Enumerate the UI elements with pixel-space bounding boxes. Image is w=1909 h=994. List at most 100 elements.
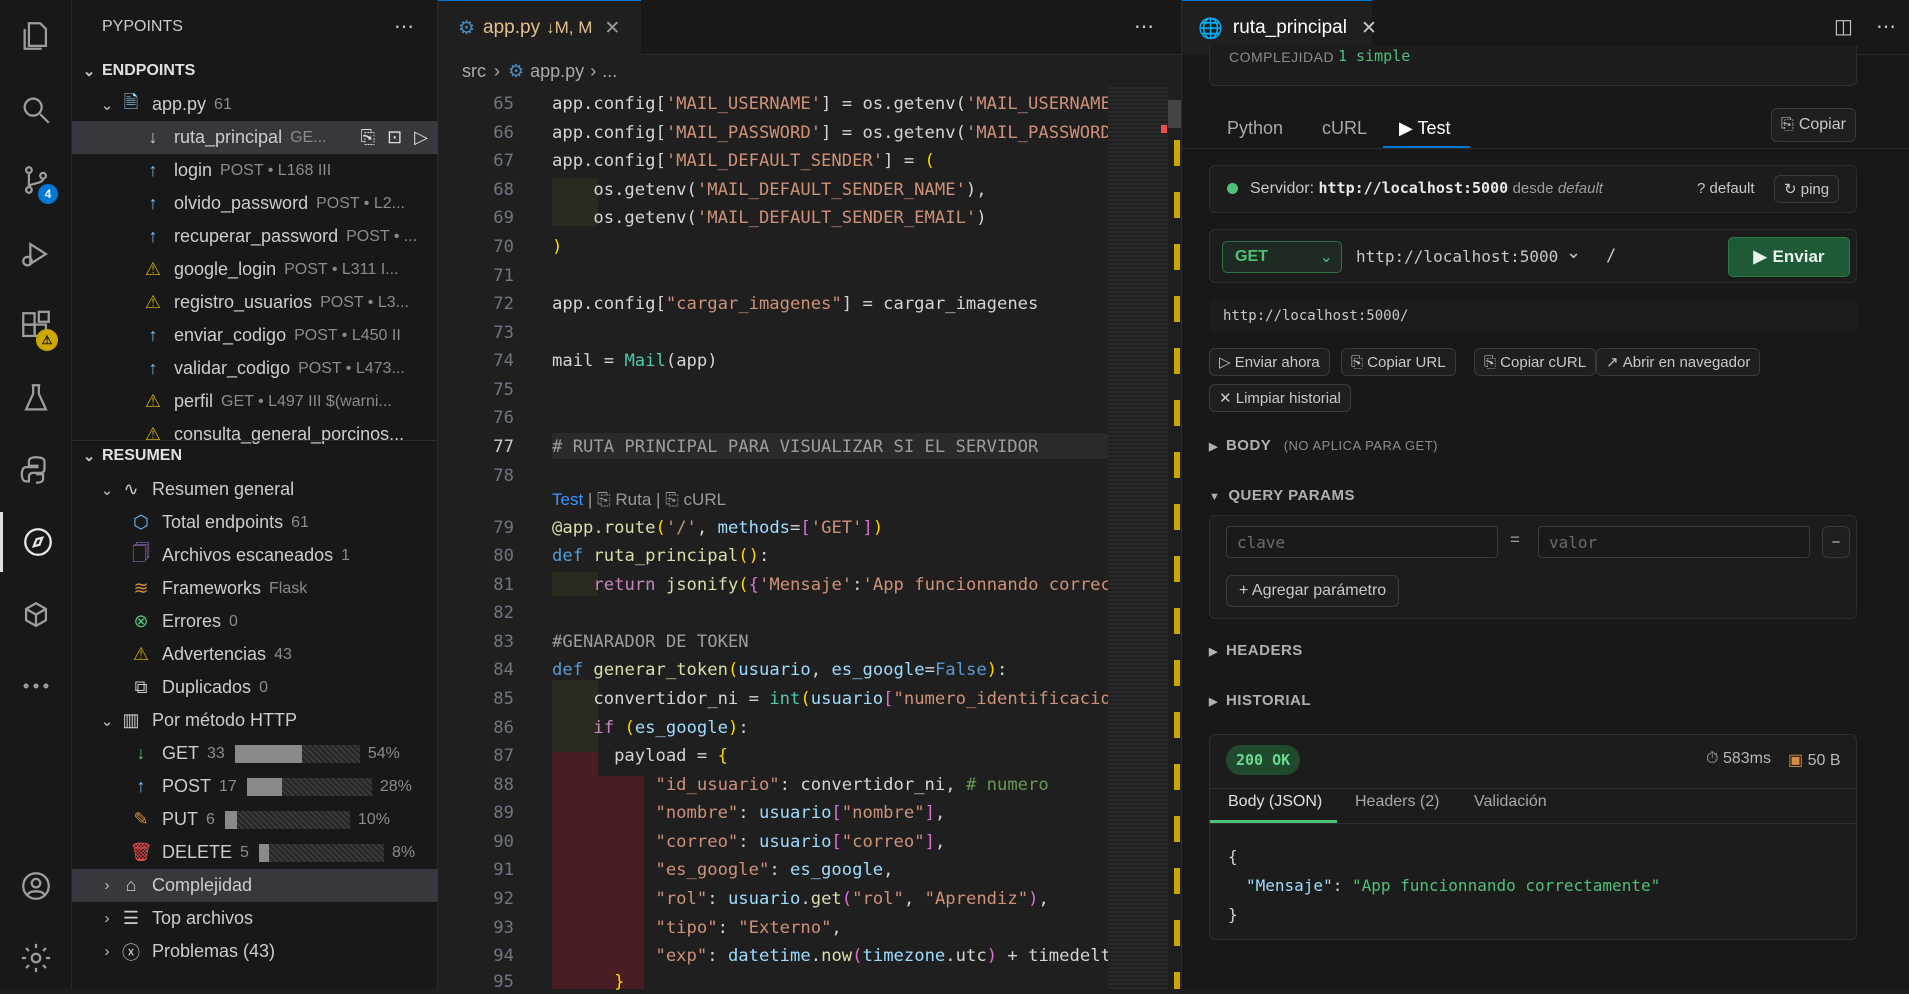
code-line[interactable]: 72 app.config["cargar_imagenes"] = cargar… [438, 292, 1108, 316]
base-url-select[interactable]: http://localhost:5000 [1356, 247, 1558, 266]
code-line[interactable]: 85 convertidor_ni = int(usuario["numero_… [438, 687, 1108, 711]
breadcrumb-symbol[interactable]: ... [602, 61, 617, 82]
tab-body-json[interactable]: Body (JSON) [1228, 793, 1322, 811]
abrir-navegador-button[interactable]: ↗ Abrir en navegador [1596, 348, 1761, 376]
tab-curl[interactable]: cURL [1322, 118, 1367, 139]
more-icon[interactable] [0, 656, 72, 716]
complejidad-node[interactable]: › ⌂ Complejidad [72, 869, 438, 902]
python-icon[interactable] [0, 440, 72, 500]
code-line[interactable]: 80 def ruta_principal(): [438, 544, 1108, 568]
code-line[interactable]: 70) [438, 235, 1108, 259]
account-icon[interactable] [0, 856, 72, 916]
code-line[interactable]: 68 os.getenv('MAIL_DEFAULT_SENDER_NAME')… [438, 178, 1108, 202]
endpoint-item[interactable]: ↑ recuperar_password POST • ... [72, 220, 438, 253]
more-actions-icon[interactable]: ⋯ [394, 14, 414, 39]
method-select[interactable]: GET ⌄ [1222, 241, 1342, 273]
query-params-section[interactable]: ▼ QUERY PARAMS [1209, 487, 1355, 504]
codelens-ruta[interactable]: Ruta [615, 490, 651, 509]
path-input[interactable]: / [1606, 246, 1616, 266]
breadcrumb-folder[interactable]: src [462, 61, 486, 82]
code-line[interactable]: 89 "nombre": usuario["nombre"], [438, 801, 1108, 825]
editor-more-icon[interactable]: ⋯ [1134, 14, 1154, 39]
copiar-curl-button[interactable]: ⎘ Copiar cURL [1474, 348, 1597, 376]
minimap[interactable] [1108, 87, 1168, 989]
endpoint-item[interactable]: ↓ ruta_principal GE... ⎘ ⊡ ▷ [72, 121, 438, 154]
code-line[interactable]: 90 "correo": usuario["correo"], [438, 830, 1108, 854]
code-line[interactable]: 65 app.config['MAIL_USERNAME'] = os.geten… [438, 92, 1108, 116]
code-line[interactable]: 88 "id_usuario": convertidor_ni, # numer… [438, 773, 1108, 797]
file-node-app-py[interactable]: ⌄ 🗎 app.py 61 [72, 88, 438, 121]
top-archivos-node[interactable]: › ☰ Top archivos [72, 902, 438, 935]
http-method-node[interactable]: ⌄ ▥ Por método HTTP [72, 704, 438, 737]
code-line[interactable]: 76 [438, 406, 1108, 430]
close-tab-icon[interactable]: ✕ [1361, 17, 1377, 40]
copy-icon[interactable]: ⎘ [361, 127, 375, 148]
search-icon[interactable] [0, 80, 72, 140]
code-line[interactable]: 71 [438, 264, 1108, 288]
endpoint-item[interactable]: ⚠ google_login POST • L311 I... [72, 253, 438, 286]
code-line[interactable]: 81 return jsonify({'Mensaje':'App funcio… [438, 573, 1108, 597]
codelens-test[interactable]: Test [552, 490, 583, 509]
editor-scrollbar[interactable] [1168, 100, 1181, 128]
endpoint-item[interactable]: ⚠ registro_usuarios POST • L3... [72, 286, 438, 319]
param-value-input[interactable]: valor [1538, 526, 1810, 558]
code-line[interactable]: 75 [438, 378, 1108, 402]
method-stat[interactable]: ✎ PUT 6 10% [72, 803, 438, 836]
testing-icon[interactable] [0, 368, 72, 428]
resumen-section-header[interactable]: ⌄ RESUMEN [72, 440, 438, 472]
code-line[interactable]: 95 } [438, 970, 1108, 994]
param-key-input[interactable]: clave [1226, 526, 1498, 558]
split-editor-icon[interactable]: ◫ [1834, 14, 1853, 39]
problemas-node[interactable]: › ⓧ Problemas (43) [72, 935, 438, 968]
extensions-icon[interactable]: ⚠ [0, 296, 72, 356]
run-debug-icon[interactable] [0, 224, 72, 284]
pypoints-compass-icon[interactable] [0, 512, 72, 572]
breadcrumb-file[interactable]: app.py [530, 61, 584, 82]
code-line[interactable]: 91 "es_google": es_google, [438, 858, 1108, 882]
tab-headers[interactable]: Headers (2) [1355, 793, 1439, 811]
historial-section[interactable]: ▶ HISTORIAL [1209, 692, 1311, 709]
remove-param-button[interactable]: − [1822, 526, 1850, 558]
panel-more-icon[interactable]: ⋯ [1876, 14, 1896, 39]
enviar-ahora-button[interactable]: ▷ Enviar ahora [1209, 348, 1330, 376]
headers-section[interactable]: ▶ HEADERS [1209, 642, 1303, 659]
resumen-general-node[interactable]: ⌄ ∿ Resumen general [72, 473, 438, 506]
server-alias[interactable]: ? default [1697, 180, 1755, 197]
tab-test[interactable]: ▶ Test [1399, 118, 1451, 139]
send-button[interactable]: ▶ Enviar [1728, 237, 1850, 277]
limpiar-historial-button[interactable]: ✕ Limpiar historial [1209, 384, 1351, 412]
code-line[interactable]: 83 #GENARADOR DE TOKEN [438, 630, 1108, 654]
endpoint-item[interactable]: ↑ validar_codigo POST • L473... [72, 352, 438, 385]
endpoint-item[interactable]: ↑ olvido_password POST • L2... [72, 187, 438, 220]
play-icon[interactable]: ▷ [414, 127, 428, 148]
codelens-curl[interactable]: cURL [684, 490, 727, 509]
copy-button[interactable]: ⎘ Copiar [1771, 108, 1856, 142]
code-line[interactable]: 74 mail = Mail(app) [438, 349, 1108, 373]
body-section[interactable]: ▶ BODY (NO APLICA PARA GET) [1209, 437, 1438, 454]
code-line[interactable]: 84 def generar_token(usuario, es_google=F… [438, 658, 1108, 682]
code-line[interactable]: 78 [438, 464, 1108, 488]
code-line[interactable]: 79 @app.route('/', methods=['GET']) [438, 516, 1108, 540]
code-line[interactable]: 73 [438, 321, 1108, 345]
method-stat[interactable]: ↑ POST 17 28% [72, 770, 438, 803]
endpoints-section-header[interactable]: ⌄ ENDPOINTS [72, 55, 438, 87]
code-line[interactable]: 92 "rol": usuario.get("rol", "Aprendiz")… [438, 887, 1108, 911]
code-line[interactable]: 87 payload = { [438, 744, 1108, 768]
tab-app-py[interactable]: ⚙ app.py ↓M, M ✕ [438, 0, 641, 55]
resumen-item[interactable]: ≋ Frameworks Flask [72, 572, 438, 605]
code-line[interactable]: 86 if (es_google): [438, 716, 1108, 740]
close-tab-icon[interactable]: ✕ [604, 17, 620, 40]
code-line[interactable]: 94 "exp": datetime.now(timezone.utc) + t… [438, 944, 1108, 968]
endpoint-item[interactable]: ↑ enviar_codigo POST • L450 II [72, 319, 438, 352]
method-stat[interactable]: ↓ GET 33 54% [72, 737, 438, 770]
code-line[interactable]: 77 # RUTA PRINCIPAL PARA VISUALIZAR SI EL… [438, 435, 1108, 459]
resumen-item[interactable]: ⬡ Total endpoints 61 [72, 506, 438, 539]
resumen-item[interactable]: ⊗ Errores 0 [72, 605, 438, 638]
copiar-url-button[interactable]: ⎘ Copiar URL [1341, 348, 1456, 376]
terminal-icon[interactable]: ⊡ [387, 127, 402, 148]
explorer-icon[interactable] [0, 6, 72, 66]
resumen-item[interactable]: 🗍 Archivos escaneados 1 [72, 539, 438, 572]
source-control-icon[interactable]: 4 [0, 150, 72, 210]
code-line[interactable]: 66 app.config['MAIL_PASSWORD'] = os.geten… [438, 121, 1108, 145]
endpoint-item[interactable]: ↑ login POST • L168 III [72, 154, 438, 187]
